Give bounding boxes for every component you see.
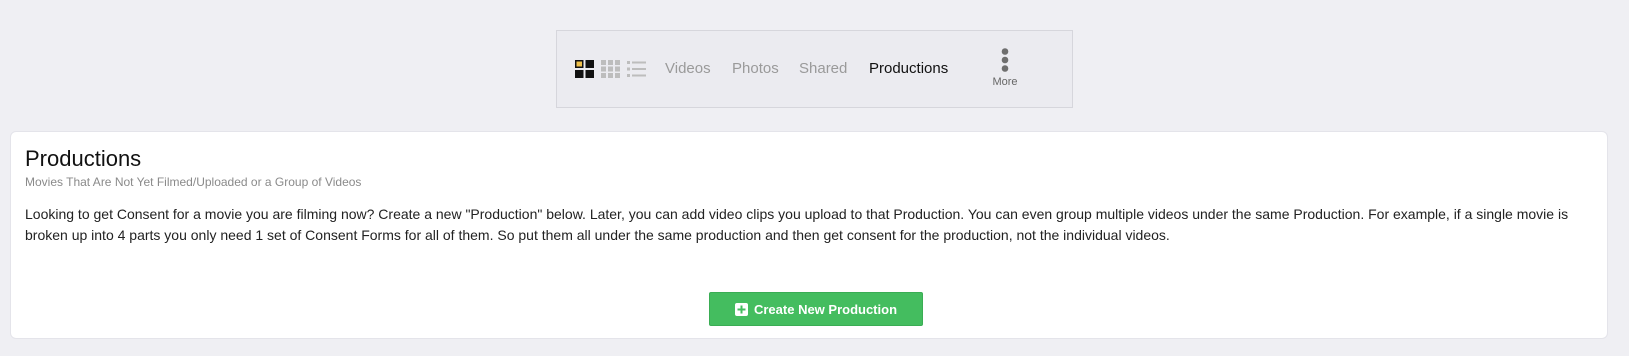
create-new-production-button[interactable]: Create New Production [709, 292, 923, 326]
list-icon[interactable] [627, 60, 646, 78]
productions-card: Productions Movies That Are Not Yet Film… [10, 131, 1608, 339]
description-text: Looking to get Consent for a movie you a… [25, 206, 1569, 243]
create-new-production-label: Create New Production [753, 301, 898, 317]
large-grid-icon[interactable] [575, 60, 594, 78]
page-subtitle: Movies That Are Not Yet Filmed/Uploaded … [25, 175, 362, 189]
vertical-dots-icon [999, 48, 1011, 72]
view-toolbar: Videos Photos Shared Productions More [556, 30, 1073, 108]
more-label: More [992, 76, 1018, 88]
page-title: Productions [25, 146, 142, 171]
small-grid-icon[interactable] [601, 60, 620, 78]
tab-productions[interactable]: Productions [869, 60, 948, 78]
tab-videos[interactable]: Videos [665, 60, 711, 78]
plus-square-icon [734, 302, 748, 316]
tab-shared[interactable]: Shared [799, 60, 847, 78]
tab-photos[interactable]: Photos [732, 60, 779, 78]
